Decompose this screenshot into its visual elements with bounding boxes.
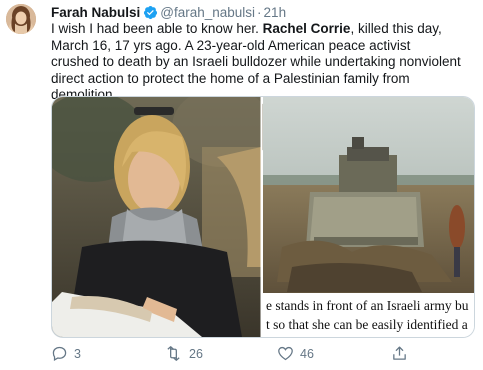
portrait-photo [52, 97, 272, 337]
like-count: 46 [300, 346, 314, 361]
tweet-text-bold: Rachel Corrie [262, 21, 351, 36]
tweet-text-start: I wish I had been able to know her. [51, 21, 263, 36]
retweet-icon [164, 345, 183, 362]
share-icon [391, 345, 408, 362]
share-button[interactable] [391, 345, 408, 362]
photo-caption-line1: e stands in front of an Israeli army bu [266, 298, 469, 313]
photo-caption-line2: t so that she can be easily identified a [266, 317, 468, 332]
tweet-media[interactable]: e stands in front of an Israeli army bu … [51, 96, 475, 338]
tweet: Farah Nabulsi @farah_nabulsi · 21h I wish I… [0, 0, 483, 370]
author-handle[interactable]: @farah_nabulsi [160, 5, 255, 20]
avatar[interactable] [6, 4, 36, 34]
tweet-text: I wish I had been able to know her. Rach… [51, 21, 461, 104]
tweet-time[interactable]: 21h [264, 5, 287, 20]
retweet-button[interactable]: 26 [164, 345, 203, 362]
reply-icon [51, 345, 68, 362]
reply-button[interactable]: 3 [51, 345, 81, 362]
like-icon [277, 345, 294, 362]
reply-count: 3 [74, 346, 81, 361]
author-name[interactable]: Farah Nabulsi [51, 5, 140, 20]
retweet-count: 26 [189, 346, 203, 361]
header-separator: · [257, 5, 262, 20]
tweet-actions: 3 26 46 [51, 345, 471, 363]
like-button[interactable]: 46 [277, 345, 314, 362]
